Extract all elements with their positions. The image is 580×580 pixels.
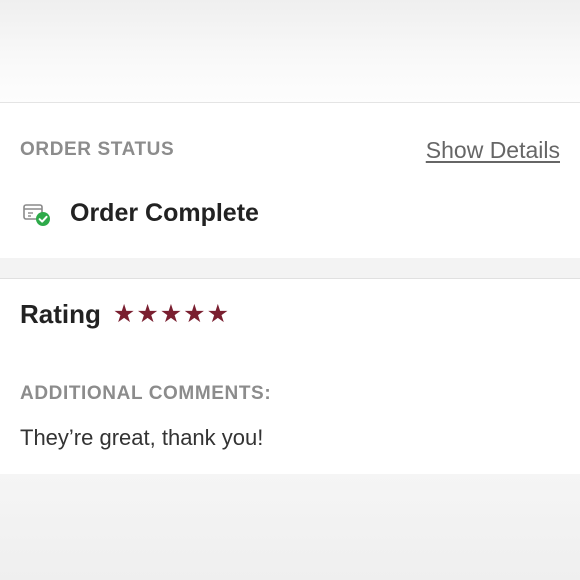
rating-stars: ★ ★ ★ ★ ★ [113, 302, 230, 327]
star-icon: ★ [112, 300, 136, 328]
rating-row: Rating ★ ★ ★ ★ ★ [20, 299, 230, 330]
additional-comments-label: ADDITIONAL COMMENTS: [20, 383, 272, 404]
order-status-card: ORDER STATUS Show Details Order Complete [0, 102, 580, 260]
rating-card: Rating ★ ★ ★ ★ ★ ADDITIONAL COMMENTS: They’r… [0, 278, 580, 475]
order-details-page: ORDER STATUS Show Details Order Complete… [0, 0, 580, 580]
order-status-row: Order Complete [22, 199, 259, 228]
order-status-text: Order Complete [70, 199, 259, 227]
rating-label: Rating [20, 299, 101, 329]
star-icon: ★ [136, 300, 159, 328]
order-status-label: ORDER STATUS [20, 139, 175, 160]
show-details-link[interactable]: Show Details [426, 137, 560, 164]
star-icon: ★ [183, 300, 206, 328]
background-blur-top [0, 0, 580, 102]
comment-text: They’re great, thank you! [20, 425, 264, 450]
section-divider [0, 258, 580, 278]
star-icon: ★ [206, 300, 229, 328]
star-icon: ★ [159, 300, 183, 328]
package-check-icon [22, 200, 52, 228]
background-blur-bottom [0, 474, 580, 580]
